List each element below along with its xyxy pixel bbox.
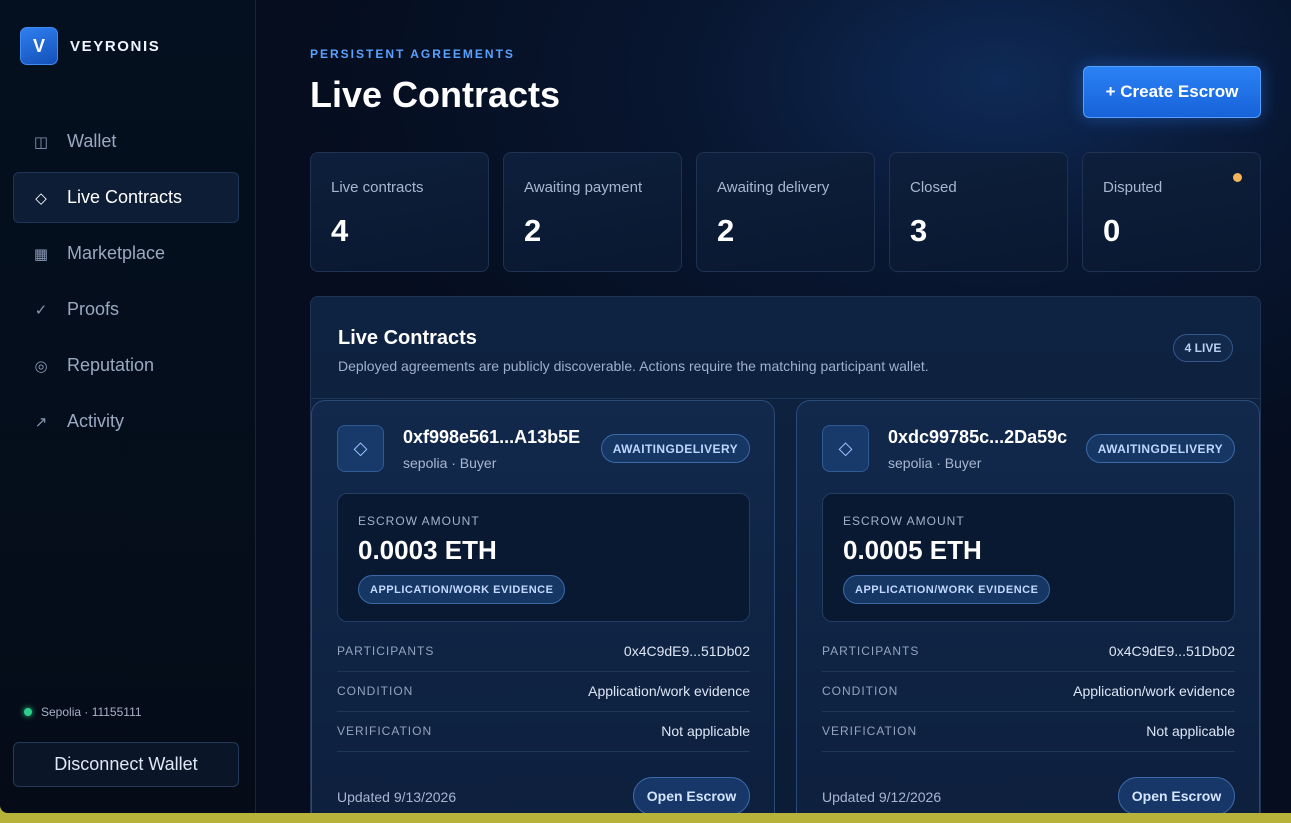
arrow-up-right-icon: ↗ — [34, 413, 48, 431]
detail-key: CONDITION — [822, 684, 899, 698]
stat-card-awaiting-payment: Awaiting payment 2 — [503, 152, 682, 272]
sidebar-item-wallet[interactable]: ◫ Wallet — [13, 116, 239, 167]
detail-value: Not applicable — [1146, 723, 1235, 739]
panel-title: Live Contracts — [338, 327, 477, 349]
stat-card-disputed: Disputed 0 — [1082, 152, 1261, 272]
detail-key: CONDITION — [337, 684, 414, 698]
detail-row-condition: CONDITION Application/work evidence — [822, 672, 1235, 712]
sidebar-item-label: Activity — [67, 411, 125, 431]
live-count-badge: 4 LIVE — [1173, 334, 1233, 362]
brand[interactable]: V VEYRONIS — [20, 27, 160, 65]
diamond-icon: ◇ — [35, 189, 47, 207]
stat-card-closed: Closed 3 — [889, 152, 1068, 272]
detail-row-verification: VERIFICATION Not applicable — [822, 712, 1235, 752]
disconnect-wallet-button[interactable]: Disconnect Wallet — [13, 742, 239, 787]
stat-value: 4 — [331, 213, 349, 248]
detail-value: Not applicable — [661, 723, 750, 739]
sidebar-item-marketplace[interactable]: ▦ Marketplace — [13, 228, 239, 279]
page-eyebrow: PERSISTENT AGREEMENTS — [310, 47, 515, 61]
warning-dot-icon — [1233, 173, 1242, 182]
contract-card[interactable]: ◇ 0xf998e561...A13b5E sepolia · Buyer AW… — [311, 400, 775, 813]
condition-tag: APPLICATION/WORK EVIDENCE — [843, 575, 1051, 604]
status-badge: AWAITINGDELIVERY — [1085, 434, 1235, 463]
contract-meta: sepolia · Buyer — [403, 455, 497, 471]
sidebar-item-activity[interactable]: ↗ Activity — [13, 396, 239, 447]
stat-card-awaiting-delivery: Awaiting delivery 2 — [696, 152, 875, 272]
open-escrow-button[interactable]: Open Escrow — [633, 777, 750, 813]
escrow-amount-value: 0.0003 ETH — [358, 535, 497, 565]
escrow-amount-label: ESCROW AMOUNT — [358, 514, 480, 528]
network-indicator: Sepolia · 11155111 — [24, 705, 142, 719]
sidebar-item-label: Marketplace — [67, 243, 166, 263]
sidebar-item-label: Reputation — [67, 355, 155, 375]
sidebar-item-label: Live Contracts — [67, 187, 183, 207]
app-window: V VEYRONIS ◫ Wallet ◇ Live Contracts ▦ M… — [0, 0, 1291, 813]
contract-meta: sepolia · Buyer — [888, 455, 982, 471]
network-label: Sepolia · 11155111 — [41, 705, 142, 719]
sidebar-item-live-contracts[interactable]: ◇ Live Contracts — [13, 172, 239, 223]
panel-divider — [311, 398, 1260, 399]
brand-logo: V — [20, 27, 58, 65]
condition-tag: APPLICATION/WORK EVIDENCE — [358, 575, 566, 604]
stat-value: 3 — [910, 213, 928, 248]
grid-icon: ▦ — [33, 245, 49, 263]
stat-label: Live contracts — [331, 179, 424, 196]
check-icon: ✓ — [34, 301, 48, 319]
escrow-amount-box: ESCROW AMOUNT 0.0005 ETH APPLICATION/WOR… — [822, 493, 1235, 622]
detail-row-verification: VERIFICATION Not applicable — [337, 712, 750, 752]
updated-timestamp: Updated 9/12/2026 — [822, 789, 942, 805]
sidebar: V VEYRONIS ◫ Wallet ◇ Live Contracts ▦ M… — [0, 0, 256, 813]
diamond-icon: ◇ — [337, 425, 384, 472]
detail-key: VERIFICATION — [822, 724, 918, 738]
sidebar-item-proofs[interactable]: ✓ Proofs — [13, 284, 239, 335]
detail-value: Application/work evidence — [1073, 683, 1235, 699]
sidebar-item-reputation[interactable]: ◎ Reputation — [13, 340, 239, 391]
stat-label: Disputed — [1103, 179, 1163, 196]
detail-row-condition: CONDITION Application/work evidence — [337, 672, 750, 712]
sidebar-item-label: Proofs — [67, 299, 120, 319]
contract-address: 0xf998e561...A13b5E — [403, 427, 581, 447]
escrow-amount-value: 0.0005 ETH — [843, 535, 982, 565]
sidebar-item-label: Wallet — [67, 131, 117, 151]
sidebar-nav: ◫ Wallet ◇ Live Contracts ▦ Marketplace … — [13, 116, 239, 452]
updated-timestamp: Updated 9/13/2026 — [337, 789, 457, 805]
open-escrow-button[interactable]: Open Escrow — [1118, 777, 1235, 813]
escrow-amount-label: ESCROW AMOUNT — [843, 514, 965, 528]
stat-value: 2 — [717, 213, 735, 248]
stat-value: 2 — [524, 213, 542, 248]
stat-card-live-contracts: Live contracts 4 — [310, 152, 489, 272]
stat-label: Awaiting payment — [524, 179, 643, 196]
detail-value: 0x4C9dE9...51Db02 — [1108, 643, 1235, 659]
target-icon: ◎ — [34, 357, 48, 375]
status-badge: AWAITINGDELIVERY — [600, 434, 750, 463]
brand-name: VEYRONIS — [70, 37, 161, 55]
status-dot-icon — [24, 708, 32, 716]
panel-subtitle: Deployed agreements are publicly discove… — [338, 358, 929, 374]
contract-address: 0xdc99785c...2Da59c — [888, 427, 1068, 447]
detail-key: PARTICIPANTS — [337, 644, 435, 658]
wallet-icon: ◫ — [33, 133, 49, 151]
stat-label: Closed — [910, 179, 957, 196]
detail-key: VERIFICATION — [337, 724, 433, 738]
detail-key: PARTICIPANTS — [822, 644, 920, 658]
escrow-amount-box: ESCROW AMOUNT 0.0003 ETH APPLICATION/WOR… — [337, 493, 750, 622]
create-escrow-button[interactable]: + Create Escrow — [1083, 66, 1261, 118]
diamond-icon: ◇ — [822, 425, 869, 472]
detail-row-participants: PARTICIPANTS 0x4C9dE9...51Db02 — [822, 632, 1235, 672]
detail-row-participants: PARTICIPANTS 0x4C9dE9...51Db02 — [337, 632, 750, 672]
detail-value: Application/work evidence — [588, 683, 750, 699]
detail-value: 0x4C9dE9...51Db02 — [623, 643, 750, 659]
stat-value: 0 — [1103, 213, 1121, 248]
stat-label: Awaiting delivery — [717, 179, 830, 196]
contract-card[interactable]: ◇ 0xdc99785c...2Da59c sepolia · Buyer AW… — [796, 400, 1260, 813]
page-title: Live Contracts — [310, 74, 561, 115]
